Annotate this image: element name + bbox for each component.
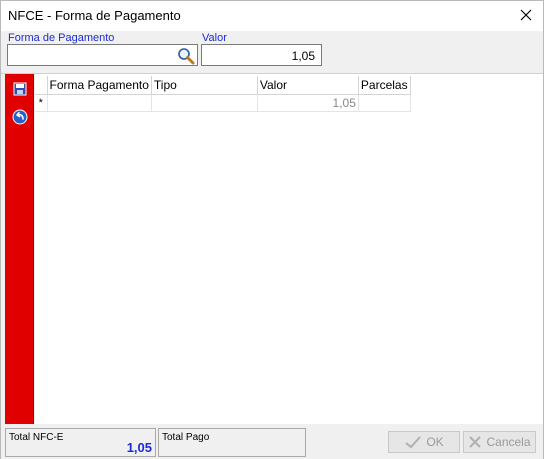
- cell-forma[interactable]: [47, 94, 152, 112]
- ok-label: OK: [426, 435, 444, 449]
- cell-parcelas[interactable]: [358, 94, 411, 112]
- back-button[interactable]: [11, 108, 29, 126]
- payment-table: Forma Pagamento Tipo Valor Parcelas * 1,…: [35, 76, 411, 112]
- col-valor[interactable]: Valor: [257, 76, 359, 95]
- col-parcelas[interactable]: Parcelas: [358, 76, 411, 95]
- check-icon: [405, 436, 422, 449]
- valor-input[interactable]: 1,05: [201, 44, 322, 66]
- valor-value: 1,05: [291, 49, 315, 63]
- ok-button[interactable]: OK: [388, 431, 460, 453]
- cancel-label: Cancela: [486, 435, 531, 449]
- header-panel: Forma de Pagamento Valor 1,05: [1, 31, 543, 73]
- close-icon: [520, 9, 532, 21]
- save-button[interactable]: [11, 80, 29, 98]
- valor-label: Valor: [202, 32, 227, 44]
- col-forma-pagamento[interactable]: Forma Pagamento: [47, 76, 152, 95]
- cancel-button[interactable]: Cancela: [463, 431, 536, 453]
- footer-panel: Total NFC-E 1,05 Total Pago OK Cancela: [1, 424, 543, 459]
- payment-dialog: NFCE - Forma de Pagamento Forma de Pagam…: [0, 0, 544, 459]
- payment-grid: Forma Pagamento Tipo Valor Parcelas * 1,…: [35, 74, 543, 424]
- window-title: NFCE - Forma de Pagamento: [8, 8, 181, 23]
- table-header-row: Forma Pagamento Tipo Valor Parcelas: [35, 76, 411, 95]
- search-icon: [178, 48, 195, 65]
- save-icon: [13, 82, 27, 96]
- total-nfce-label: Total NFC-E: [9, 432, 64, 443]
- cell-valor[interactable]: 1,05: [257, 94, 359, 112]
- forma-label: Forma de Pagamento: [8, 32, 115, 44]
- table-row[interactable]: * 1,05: [35, 94, 411, 112]
- total-pago-box: Total Pago: [158, 428, 306, 457]
- new-row-marker: *: [35, 94, 48, 112]
- title-bar: NFCE - Forma de Pagamento: [1, 1, 543, 31]
- row-header-corner: [35, 76, 48, 95]
- search-button[interactable]: [177, 47, 195, 65]
- forma-pagamento-input[interactable]: [7, 44, 198, 66]
- total-pago-label: Total Pago: [162, 432, 210, 443]
- close-button[interactable]: [515, 5, 537, 25]
- total-nfce-value: 1,05: [126, 440, 152, 455]
- col-tipo[interactable]: Tipo: [151, 76, 258, 95]
- cancel-icon: [469, 436, 482, 448]
- side-toolbar: [5, 74, 34, 424]
- back-icon: [12, 109, 28, 125]
- cell-tipo[interactable]: [151, 94, 258, 112]
- total-nfce-box: Total NFC-E 1,05: [5, 428, 156, 457]
